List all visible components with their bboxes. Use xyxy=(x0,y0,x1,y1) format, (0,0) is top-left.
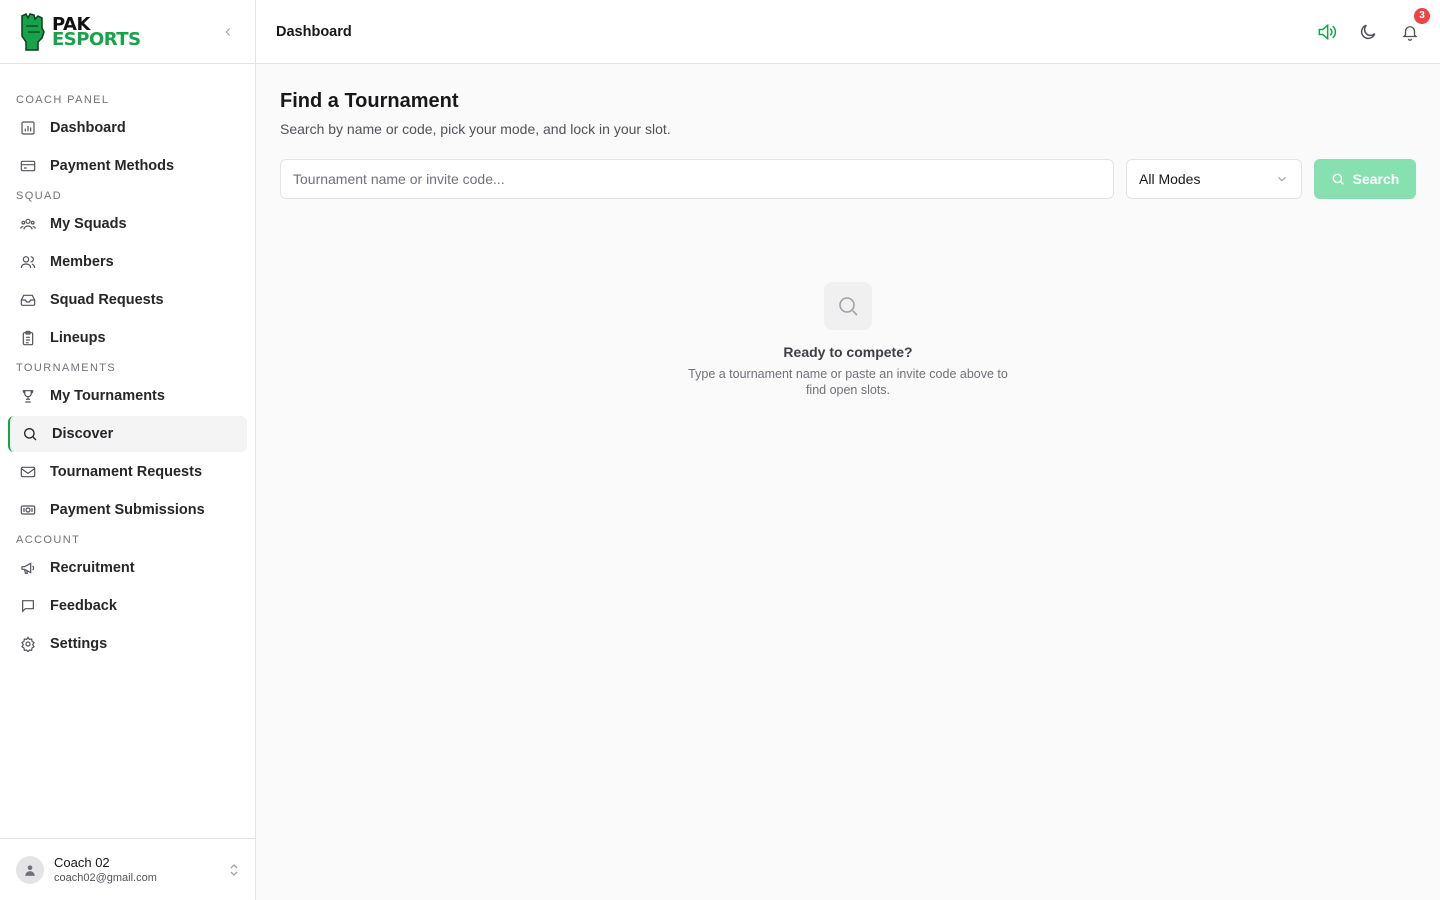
users-group-icon xyxy=(20,218,36,230)
sidebar-item-label: Payment Methods xyxy=(50,158,175,174)
tournament-search-input[interactable] xyxy=(280,159,1114,199)
logo-row: PAK ESPORTS xyxy=(0,0,255,64)
user-name: Coach 02 xyxy=(54,855,110,870)
sidebar-item-label: Discover xyxy=(52,426,114,442)
sidebar-item-payment-methods[interactable]: Payment Methods xyxy=(8,148,247,184)
search-button-label: Search xyxy=(1352,171,1400,187)
section-label-account: Account xyxy=(16,534,81,546)
clipboard-icon xyxy=(22,330,34,346)
empty-state-text: Type a tournament name or paste an invit… xyxy=(688,367,1008,397)
sidebar-nav: Coach Panel Dashboard Payment Methods Sq… xyxy=(0,64,255,662)
empty-state-icon-box xyxy=(824,282,872,330)
page-title: Find a Tournament xyxy=(280,90,459,112)
search-button[interactable]: Search xyxy=(1314,159,1416,199)
mode-select[interactable]: All Modes xyxy=(1126,159,1302,199)
brand-logo[interactable]: PAK ESPORTS xyxy=(16,12,141,52)
section-label-tournaments: Tournaments xyxy=(16,362,117,374)
volume-icon xyxy=(1318,23,1336,40)
sidebar-item-label: Dashboard xyxy=(50,120,126,136)
credit-card-icon xyxy=(20,160,36,172)
search-icon xyxy=(24,428,37,441)
search-icon xyxy=(839,297,858,316)
chevron-left-icon xyxy=(225,28,231,36)
sidebar-item-label: Tournament Requests xyxy=(50,464,203,480)
sidebar-item-label: Members xyxy=(50,254,114,270)
megaphone-icon xyxy=(21,562,35,574)
sidebar-item-settings[interactable]: Settings xyxy=(8,626,247,662)
notifications-button[interactable]: 3 xyxy=(1400,7,1430,42)
mail-icon xyxy=(20,466,36,478)
sidebar-item-label: Feedback xyxy=(50,598,117,614)
collapse-sidebar-button[interactable] xyxy=(218,22,238,42)
sidebar-item-label: Payment Submissions xyxy=(50,502,205,518)
sidebar-item-label: Settings xyxy=(50,636,108,652)
gear-icon xyxy=(21,636,35,652)
chevron-up-down-icon xyxy=(230,863,238,876)
section-label-squad: Squad xyxy=(16,190,63,202)
sidebar-item-label: Squad Requests xyxy=(50,292,164,308)
logo-text-bottom: ESPORTS xyxy=(52,28,141,50)
user-menu[interactable]: Coach 02 coach02@gmail.com xyxy=(0,838,255,900)
empty-state-title: Ready to compete? xyxy=(783,344,913,360)
sidebar-item-recruitment[interactable]: Recruitment xyxy=(8,550,247,586)
sidebar-item-label: My Tournaments xyxy=(50,388,165,404)
cash-icon xyxy=(20,505,36,515)
sidebar-item-my-tournaments[interactable]: My Tournaments xyxy=(8,378,247,414)
sidebar-item-lineups[interactable]: Lineups xyxy=(8,320,247,356)
mode-select-value: All Modes xyxy=(1139,171,1201,187)
search-row: All Modes Search xyxy=(280,159,1416,199)
main-content: Find a Tournament Search by name or code… xyxy=(280,90,1416,199)
notification-badge: 3 xyxy=(1414,7,1430,24)
avatar xyxy=(16,855,44,884)
users-icon xyxy=(20,256,36,269)
moon-icon xyxy=(1360,24,1376,39)
section-label-coach-panel: Coach Panel xyxy=(16,94,110,106)
sidebar-item-squad-requests[interactable]: Squad Requests xyxy=(8,282,247,318)
inbox-icon xyxy=(20,294,36,306)
user-email: coach02@gmail.com xyxy=(54,872,157,884)
sound-toggle-button[interactable] xyxy=(1316,22,1336,42)
theme-toggle-button[interactable] xyxy=(1358,22,1378,42)
sidebar-item-tournament-requests[interactable]: Tournament Requests xyxy=(8,454,247,490)
empty-state: Ready to compete? Type a tournament name… xyxy=(280,282,1416,398)
sidebar-item-feedback[interactable]: Feedback xyxy=(8,588,247,624)
sidebar-item-payment-submissions[interactable]: Payment Submissions xyxy=(8,492,247,528)
bar-chart-icon xyxy=(21,121,35,135)
page-subtitle: Search by name or code, pick your mode, … xyxy=(280,121,671,137)
search-icon xyxy=(1332,173,1344,185)
sidebar-item-my-squads[interactable]: My Squads xyxy=(8,206,247,242)
sidebar: PAK ESPORTS Coach Panel Dashboard Paymen… xyxy=(0,0,256,900)
trophy-icon xyxy=(22,390,34,403)
top-header: Dashboard 3 xyxy=(256,0,1440,64)
header-title: Dashboard xyxy=(276,23,352,40)
sidebar-item-label: My Squads xyxy=(50,216,127,232)
bell-icon xyxy=(1402,25,1418,41)
fist-logo-icon xyxy=(21,12,45,51)
sidebar-item-label: Lineups xyxy=(50,330,106,346)
sidebar-item-members[interactable]: Members xyxy=(8,244,247,280)
chevron-down-icon xyxy=(1278,176,1286,182)
sidebar-item-discover[interactable]: Discover xyxy=(8,416,247,452)
message-icon xyxy=(22,600,34,613)
sidebar-item-dashboard[interactable]: Dashboard xyxy=(8,110,247,146)
sidebar-item-label: Recruitment xyxy=(50,560,135,576)
user-icon xyxy=(25,864,35,876)
